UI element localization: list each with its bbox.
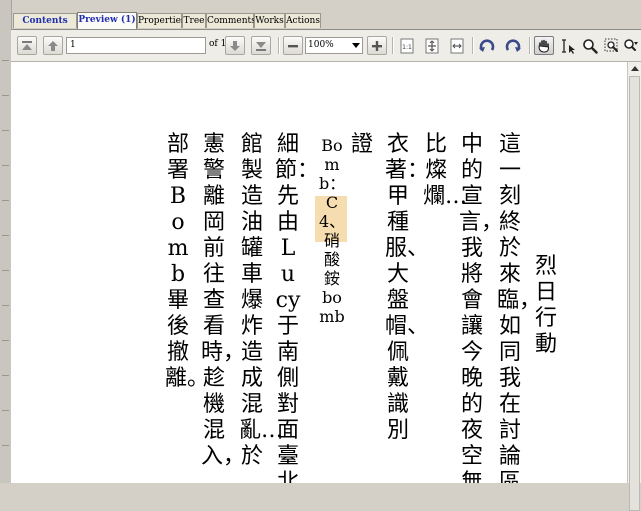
fit-page-button[interactable]	[422, 36, 442, 55]
rotate-counterclockwise-button[interactable]	[477, 36, 497, 55]
text-column: 衣著：甲種服、大盤帽、佩戴識別	[385, 132, 430, 443]
text-cursor-icon	[562, 38, 575, 54]
zoom-value: 100%	[308, 40, 334, 50]
tab-preview[interactable]: Preview (1)	[77, 12, 137, 29]
zoom-dropdown-icon	[624, 38, 638, 51]
marquee-zoom-button[interactable]	[602, 36, 622, 55]
document-page[interactable]: 烈日行動 這一刻終於來臨，如同我在討論區 中的宣言，我將會讓今晚的夜空無 比燦爛…	[11, 62, 627, 483]
hand-icon	[538, 39, 550, 53]
tab-comments[interactable]: Comments	[206, 13, 256, 28]
tab-tree[interactable]: Tree	[182, 13, 206, 28]
toolbar: 1 of 1 100% 1:1	[11, 30, 641, 62]
text-column: 館製造油罐車爆炸造成混亂…於	[239, 132, 284, 469]
rotate-clockwise-button[interactable]	[503, 36, 523, 55]
marquee-zoom-icon	[604, 38, 618, 52]
actual-size-icon: 1:1	[400, 38, 414, 53]
minus-icon	[288, 44, 298, 47]
chevron-down-icon	[352, 43, 360, 48]
text-column: 這一刻終於來臨，如同我在討論區	[497, 132, 542, 483]
tab-contents[interactable]: Contents (2)	[13, 13, 77, 41]
page-number-input[interactable]: 1	[66, 37, 206, 54]
first-page-button[interactable]	[17, 36, 37, 55]
text-column: 證	[350, 132, 373, 157]
tab-bar: Contents (2) Preview (1) Properties Tree…	[11, 12, 641, 41]
text-column: 憲警離岡前往查看時，趁機混入，	[201, 132, 246, 469]
page-count-label: of 1	[209, 39, 227, 49]
arrow-down-icon	[230, 40, 240, 51]
last-page-icon	[256, 41, 266, 51]
scroll-up-button[interactable]	[629, 62, 641, 75]
next-page-button[interactable]	[225, 36, 245, 55]
svg-text:1:1: 1:1	[402, 44, 412, 51]
tab-actions[interactable]: Actions	[285, 13, 321, 28]
fit-width-icon	[450, 38, 464, 53]
plus-icon	[372, 40, 382, 51]
first-page-icon	[22, 40, 32, 50]
vertical-scrollbar[interactable]	[627, 62, 641, 511]
zoom-select[interactable]: 100%	[305, 37, 363, 54]
text-column: Bomb：C4、硝酸銨 bomb	[319, 136, 346, 326]
scrollbar-thumb[interactable]	[629, 76, 640, 511]
zoom-in-button[interactable]	[367, 36, 387, 55]
zoom-menu-button[interactable]	[622, 36, 640, 55]
hand-tool-button[interactable]	[534, 36, 554, 55]
text-select-tool-button[interactable]	[558, 36, 578, 55]
arrow-up-icon	[48, 40, 58, 51]
fit-page-icon	[425, 38, 439, 53]
tab-works[interactable]: Works	[254, 13, 285, 28]
tab-properties[interactable]: Properties	[137, 13, 186, 28]
rotate-left-icon	[479, 38, 495, 52]
last-page-button[interactable]	[251, 36, 271, 55]
fit-width-button[interactable]	[447, 36, 467, 55]
actual-size-button[interactable]: 1:1	[397, 36, 417, 55]
scroll-up-icon	[631, 66, 639, 71]
magnifier-icon	[583, 38, 598, 54]
zoom-out-button[interactable]	[283, 36, 303, 55]
previous-page-button[interactable]	[43, 36, 63, 55]
rotate-right-icon	[505, 38, 521, 52]
text-column: 部署 Bomb 畢後撤離。	[165, 132, 210, 391]
magnifier-tool-button[interactable]	[580, 36, 600, 55]
